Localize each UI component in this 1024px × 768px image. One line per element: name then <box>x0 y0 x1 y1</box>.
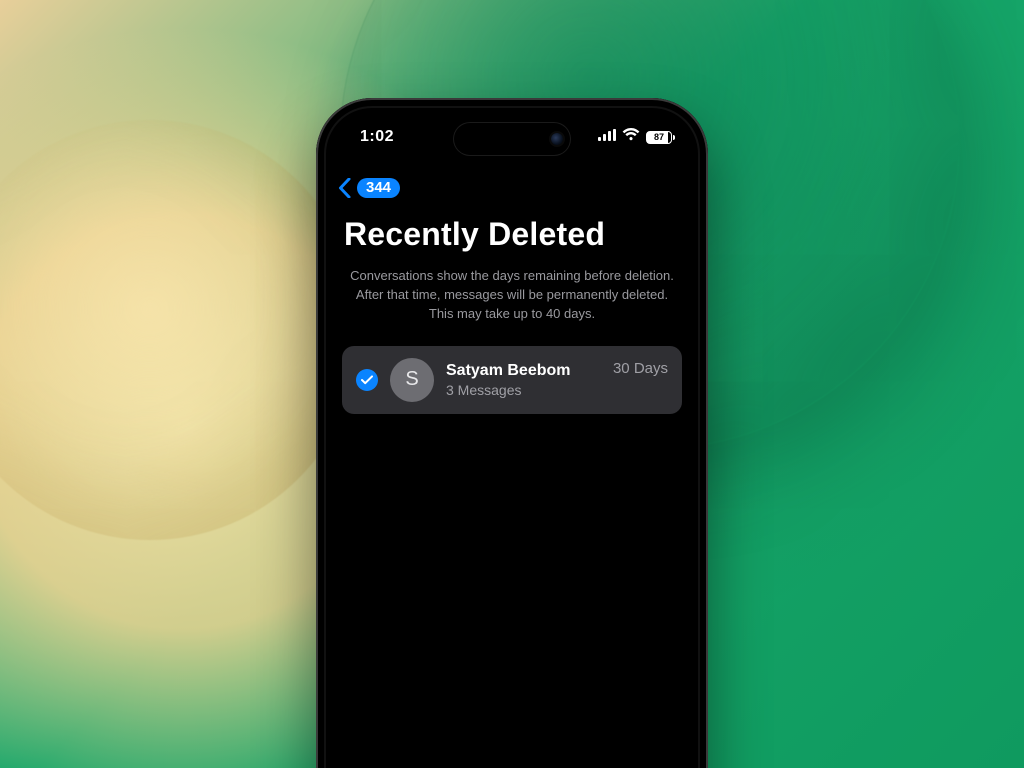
phone-screen: 1:02 <box>326 108 698 768</box>
wifi-icon <box>622 128 640 146</box>
battery-indicator: 87 <box>646 131 672 144</box>
status-bar: 1:02 <box>326 108 698 166</box>
page-description: Conversations show the days remaining be… <box>342 267 682 324</box>
cellular-signal-icon <box>598 128 616 146</box>
back-badge-count: 344 <box>357 178 400 198</box>
nav-bar: 344 <box>326 170 698 206</box>
selection-checkmark-icon[interactable] <box>356 369 378 391</box>
wallpaper-blob <box>0 120 360 540</box>
avatar-initial: S <box>405 368 418 391</box>
days-remaining: 30 Days <box>613 360 668 377</box>
phone-frame: 1:02 <box>316 98 708 768</box>
back-button[interactable]: 344 <box>338 178 400 198</box>
page-content: Recently Deleted Conversations show the … <box>326 212 698 768</box>
battery-percent: 87 <box>654 132 664 142</box>
status-time: 1:02 <box>360 128 394 146</box>
conversation-row[interactable]: S Satyam Beebom 3 Messages 30 Days <box>342 346 682 414</box>
conversation-subtitle: 3 Messages <box>446 382 601 398</box>
chevron-left-icon <box>338 178 351 198</box>
conversation-name: Satyam Beebom <box>446 362 601 380</box>
avatar: S <box>390 358 434 402</box>
page-title: Recently Deleted <box>344 216 680 253</box>
